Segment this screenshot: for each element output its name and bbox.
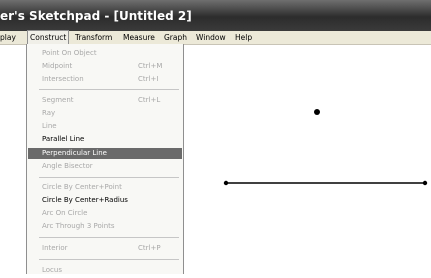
menu-separator: [39, 259, 179, 260]
menu-separator: [39, 89, 179, 90]
menu-item-point-on-object[interactable]: Point On Object: [28, 48, 182, 59]
title-bar: er's Sketchpad - [Untitled 2]: [0, 0, 431, 31]
menu-item-interior[interactable]: Interior Ctrl+P: [28, 243, 182, 254]
menu-display[interactable]: play: [0, 31, 18, 44]
sketch-canvas[interactable]: [183, 45, 431, 274]
menu-item-line[interactable]: Line: [28, 121, 182, 132]
sketch-drawing: [223, 109, 428, 186]
window-title: er's Sketchpad - [Untitled 2]: [0, 9, 192, 23]
menu-item-segment[interactable]: Segment Ctrl+L: [28, 95, 182, 106]
menu-help[interactable]: Help: [233, 31, 254, 44]
menu-item-intersection[interactable]: Intersection Ctrl+I: [28, 74, 182, 85]
menu-item-arc-on-circle[interactable]: Arc On Circle: [28, 208, 182, 219]
menu-separator: [39, 237, 179, 238]
menu-item-midpoint[interactable]: Midpoint Ctrl+M: [28, 61, 182, 72]
menu-construct[interactable]: Construct: [27, 30, 70, 44]
menu-item-angle-bisector[interactable]: Angle Bisector: [28, 161, 182, 172]
segment-endpoint-right[interactable]: [422, 180, 428, 186]
menu-item-locus[interactable]: Locus: [28, 265, 182, 274]
segment-endpoint-left[interactable]: [223, 180, 229, 186]
left-toolbox-area: [0, 45, 26, 274]
menu-measure[interactable]: Measure: [121, 31, 157, 44]
menu-item-circle-by-center-radius[interactable]: Circle By Center+Radius: [28, 195, 182, 206]
menu-transform[interactable]: Transform: [73, 31, 114, 44]
free-point[interactable]: [314, 109, 320, 115]
menu-graph[interactable]: Graph: [162, 31, 189, 44]
menu-item-parallel-line[interactable]: Parallel Line: [28, 134, 182, 145]
menu-item-circle-by-center-point[interactable]: Circle By Center+Point: [28, 182, 182, 193]
menu-bar: play Construct Transform Measure Graph W…: [0, 30, 431, 45]
menu-separator: [39, 177, 179, 178]
menu-item-ray[interactable]: Ray: [28, 108, 182, 119]
menu-window[interactable]: Window: [194, 31, 228, 44]
menu-item-arc-through-3-points[interactable]: Arc Through 3 Points: [28, 221, 182, 232]
construct-menu-dropdown: Point On Object Midpoint Ctrl+M Intersec…: [26, 44, 184, 274]
menu-item-perpendicular-line[interactable]: Perpendicular Line: [28, 148, 182, 159]
